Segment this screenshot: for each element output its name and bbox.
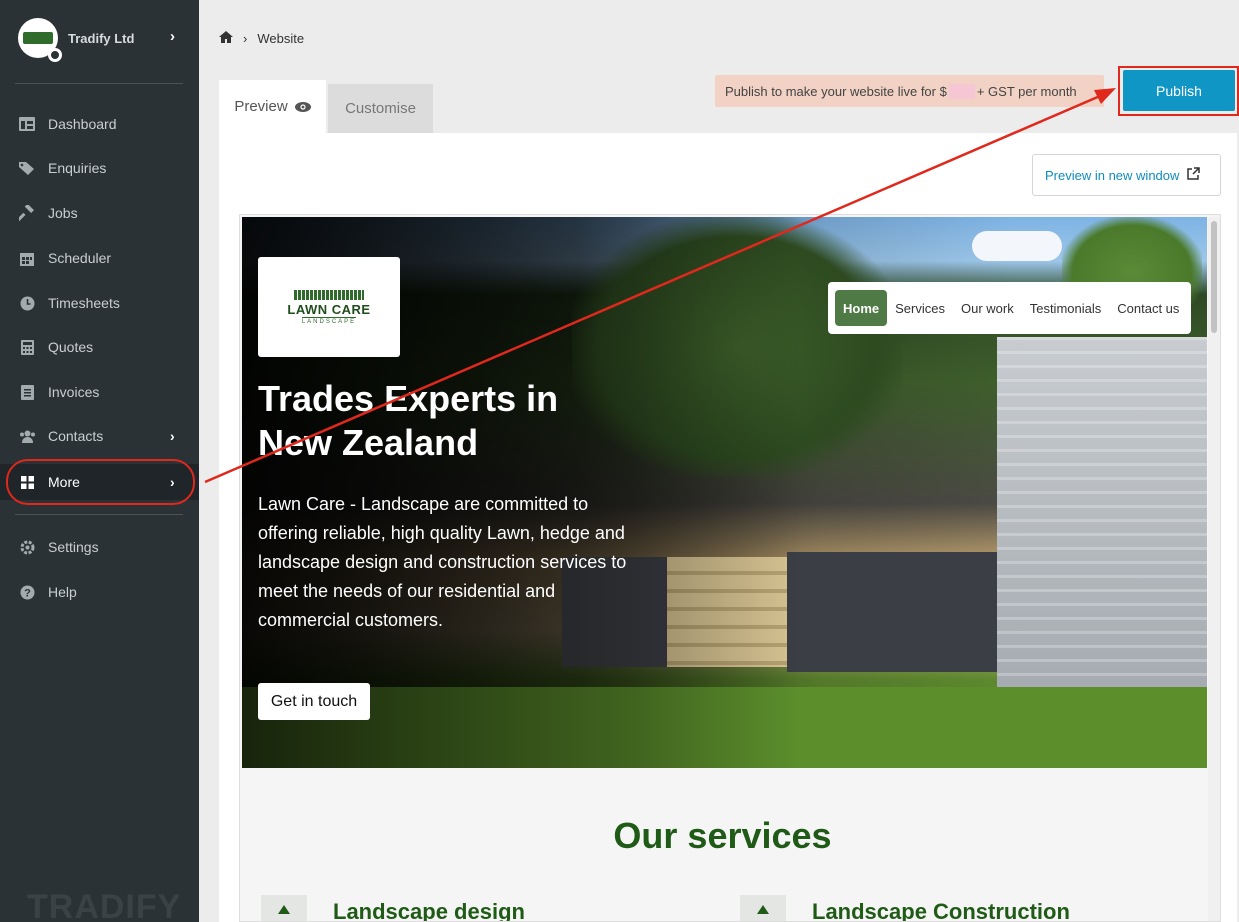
annotation-arrow (204, 88, 1116, 484)
